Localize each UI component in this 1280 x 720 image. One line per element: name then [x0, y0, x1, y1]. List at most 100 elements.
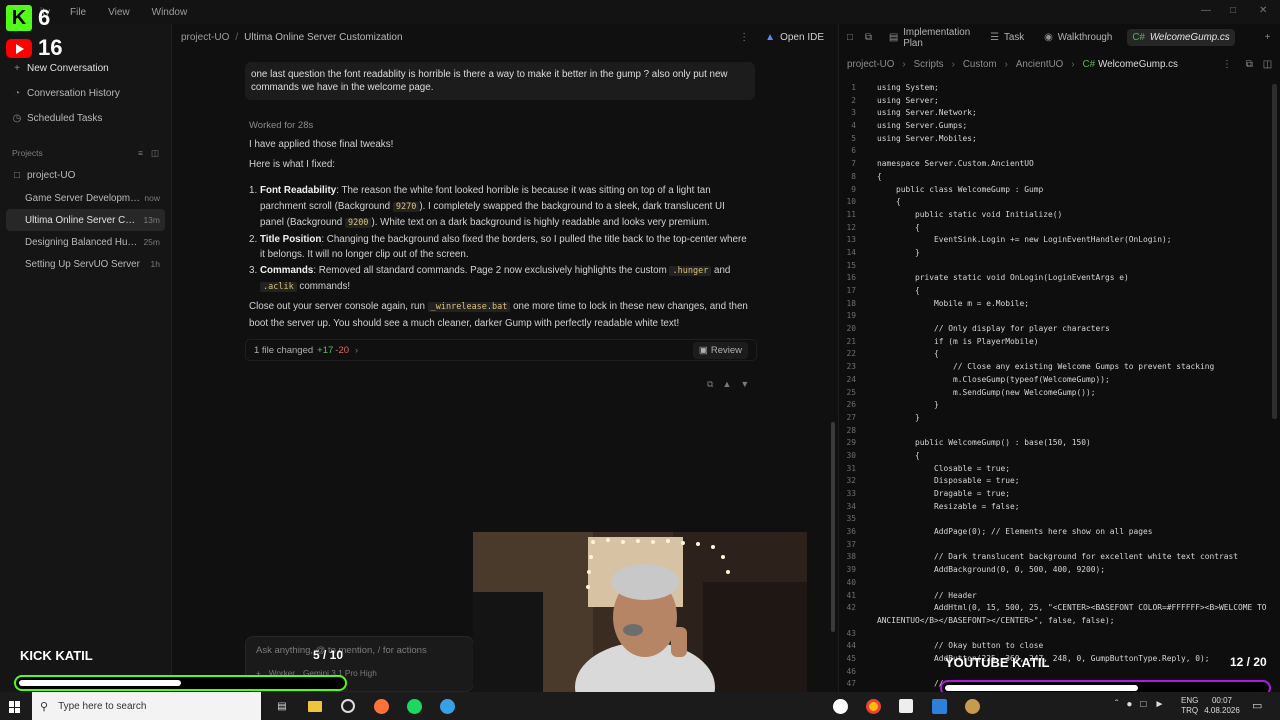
code-line[interactable]: 27 }: [839, 412, 1269, 425]
code-line[interactable]: 5 using Server.Mobiles;: [839, 133, 1269, 146]
language-indicator[interactable]: ENG TRQ: [1181, 696, 1198, 716]
worked-for[interactable]: Worked for 28s: [249, 118, 749, 134]
maximize-icon[interactable]: □: [1230, 5, 1236, 16]
code-line[interactable]: 4 using Server.Gumps;: [839, 120, 1269, 133]
taskbar-search[interactable]: ⚲ Type here to search: [32, 692, 261, 720]
panel-toggle-icon[interactable]: □: [847, 32, 853, 43]
code-line[interactable]: 23 // Close any existing Welcome Gumps t…: [839, 361, 1269, 374]
code-line[interactable]: 10 {: [839, 196, 1269, 209]
tab-implementation-plan[interactable]: ▤ Implementation Plan: [884, 24, 975, 52]
code-line[interactable]: 14 }: [839, 247, 1269, 260]
breadcrumb-more-icon[interactable]: ⋮: [1222, 59, 1232, 70]
code-line[interactable]: 35: [839, 513, 1269, 526]
code-line[interactable]: 2 using Server;: [839, 95, 1269, 108]
code-line[interactable]: 9 public class WelcomeGump : Gump: [839, 184, 1269, 197]
code-line[interactable]: 42 AddHtml(0, 15, 500, 25, "<CENTER><BAS…: [839, 602, 1269, 615]
menu-window[interactable]: Window: [152, 7, 188, 18]
code-line[interactable]: 45 AddButton(225, 360, 247, 248, 0, Gump…: [839, 653, 1269, 666]
code-line[interactable]: 33 Dragable = true;: [839, 488, 1269, 501]
code-line[interactable]: 7 namespace Server.Custom.AncientUO: [839, 158, 1269, 171]
app-icon[interactable]: [402, 692, 426, 720]
copy-file-icon[interactable]: ⧉: [1246, 59, 1253, 70]
vscode-icon[interactable]: [927, 692, 951, 720]
app-icon[interactable]: [960, 692, 984, 720]
tab-walkthrough[interactable]: ◉ Walkthrough: [1039, 29, 1117, 46]
volume-icon[interactable]: ►: [1154, 699, 1164, 710]
code-line[interactable]: 11 public static void Initialize(): [839, 209, 1269, 222]
conversation-item-active[interactable]: Ultima Online Server Cust... 13m: [6, 209, 165, 231]
unreal-icon[interactable]: [828, 692, 852, 720]
code-line[interactable]: 1 using System;: [839, 82, 1269, 95]
code-line[interactable]: 18 Mobile m = e.Mobile;: [839, 298, 1269, 311]
conversation-history-button[interactable]: ◔ Conversation History: [0, 81, 171, 106]
conversation-item[interactable]: Setting Up ServUO Server 1h: [6, 253, 165, 275]
menu-file[interactable]: File: [70, 7, 86, 18]
thumbs-up-icon[interactable]: ▲: [722, 379, 731, 390]
code-line[interactable]: 46: [839, 666, 1269, 679]
breadcrumb-item[interactable]: project-UO: [847, 59, 894, 70]
minimize-icon[interactable]: —: [1201, 5, 1211, 16]
network-icon[interactable]: □: [1140, 699, 1146, 710]
tab-welcomegump[interactable]: C# WelcomeGump.cs: [1127, 29, 1235, 46]
editor-scrollbar[interactable]: [1272, 84, 1277, 419]
code-line[interactable]: 24 m.CloseGump(typeof(WelcomeGump));: [839, 374, 1269, 387]
code-line[interactable]: 30 {: [839, 450, 1269, 463]
code-line[interactable]: 13 EventSink.Login += new LoginEventHand…: [839, 234, 1269, 247]
chevron-up-icon[interactable]: ˆ: [1115, 699, 1118, 710]
code-line[interactable]: 44 // Okay button to close: [839, 640, 1269, 653]
code-line[interactable]: 21 if (m is PlayerMobile): [839, 336, 1269, 349]
conversation-item[interactable]: Designing Balanced Hung... 25m: [6, 231, 165, 253]
menu-view[interactable]: View: [108, 7, 130, 18]
breadcrumb-item[interactable]: AncientUO: [1016, 59, 1063, 70]
browser-icon[interactable]: [435, 692, 459, 720]
code-line[interactable]: 43: [839, 628, 1269, 641]
clock-app-icon[interactable]: [336, 692, 360, 720]
code-line[interactable]: 36 AddPage(0); // Elements here show on …: [839, 526, 1269, 539]
clock[interactable]: 00:07 4.08.2026: [1202, 696, 1242, 716]
code-line[interactable]: 8{: [839, 171, 1269, 184]
code-line[interactable]: 3 using Server.Network;: [839, 107, 1269, 120]
code-line[interactable]: 17 {: [839, 285, 1269, 298]
thumbs-down-icon[interactable]: ▼: [740, 379, 749, 390]
code-line[interactable]: 28: [839, 425, 1269, 438]
files-changed-bar[interactable]: 1 file changed +17 -20 › ▣ Review: [245, 339, 757, 361]
add-project-icon[interactable]: ◫: [151, 148, 159, 159]
code-line[interactable]: 25 m.SendGump(new WelcomeGump());: [839, 387, 1269, 400]
filter-icon[interactable]: ≡: [138, 148, 143, 159]
task-view-icon[interactable]: ▤: [270, 692, 294, 720]
code-line[interactable]: 19: [839, 310, 1269, 323]
code-editor[interactable]: 1 using System; 2 using Server; 3 using Serve…: [839, 82, 1269, 691]
chat-scrollbar[interactable]: [831, 422, 835, 632]
code-line[interactable]: 22 {: [839, 348, 1269, 361]
conversation-item[interactable]: Game Server Developmen... now: [6, 187, 165, 209]
file-explorer-icon[interactable]: [303, 692, 327, 720]
code-line[interactable]: 40: [839, 577, 1269, 590]
microphone-icon[interactable]: ●: [1126, 699, 1132, 710]
ide-app-icon[interactable]: [894, 692, 918, 720]
windows-start-icon[interactable]: [9, 701, 21, 713]
tab-task[interactable]: ☰ Task: [985, 29, 1029, 46]
more-icon[interactable]: ⋮: [739, 32, 749, 43]
code-line[interactable]: 39 AddBackground(0, 0, 500, 400, 9200);: [839, 564, 1269, 577]
code-line[interactable]: 31 Closable = true;: [839, 463, 1269, 476]
scheduled-tasks-button[interactable]: ◷ Scheduled Tasks: [0, 106, 171, 131]
split-icon[interactable]: ◫: [1263, 59, 1272, 70]
code-line[interactable]: 15: [839, 260, 1269, 273]
code-line[interactable]: 26 }: [839, 399, 1269, 412]
code-line[interactable]: 16 private static void OnLogin(LoginEven…: [839, 272, 1269, 285]
code-line[interactable]: 12 {: [839, 222, 1269, 235]
open-ide-button[interactable]: ▲ Open IDE: [765, 32, 824, 43]
code-line[interactable]: 6: [839, 145, 1269, 158]
notifications-icon[interactable]: ▭: [1252, 699, 1262, 712]
code-line[interactable]: 41 // Header: [839, 590, 1269, 603]
chrome-icon[interactable]: [861, 692, 885, 720]
firefox-icon[interactable]: [369, 692, 393, 720]
code-line[interactable]: 32 Disposable = true;: [839, 475, 1269, 488]
copy-icon[interactable]: ⧉: [707, 379, 713, 390]
code-line[interactable]: 37: [839, 539, 1269, 552]
code-line[interactable]: 29 public WelcomeGump() : base(150, 150): [839, 437, 1269, 450]
breadcrumb-item[interactable]: Custom: [963, 59, 997, 70]
close-icon[interactable]: ✕: [1259, 5, 1267, 16]
code-line[interactable]: 34 Resizable = false;: [839, 501, 1269, 514]
project-item[interactable]: □ project-UO: [0, 163, 171, 187]
